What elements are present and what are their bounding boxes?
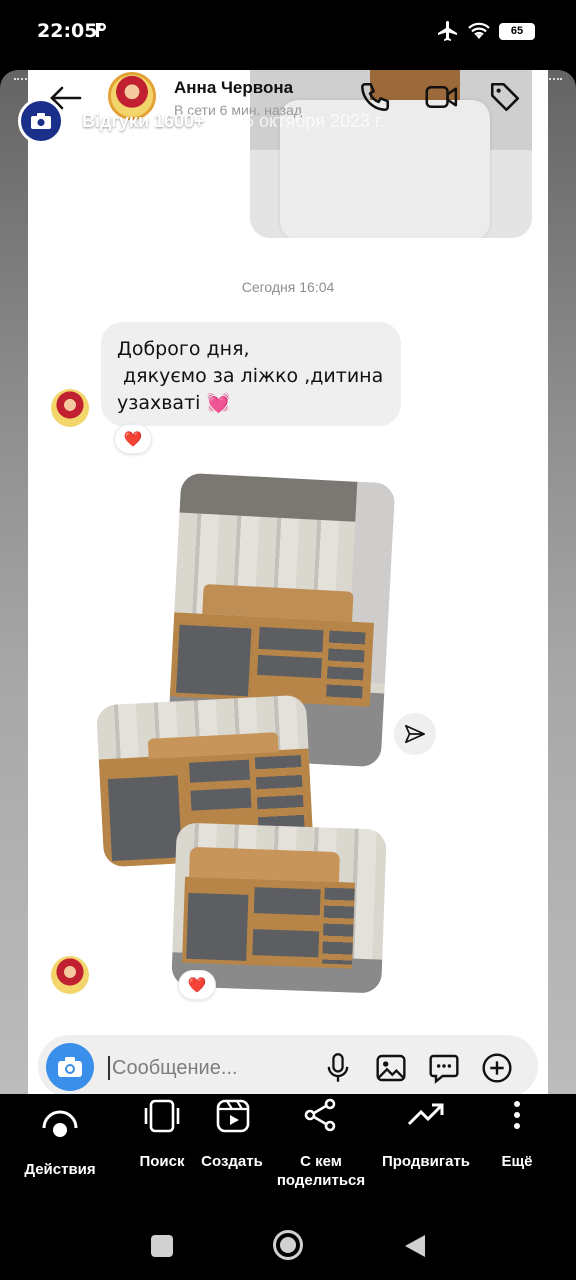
search-icon[interactable] [143,1098,181,1134]
story-title[interactable]: Відгуки 1600+ [82,111,205,132]
camera-button[interactable] [46,1043,94,1091]
plus-icon[interactable] [481,1052,513,1084]
sender-avatar[interactable] [51,389,89,427]
bed-photo-3[interactable] [171,822,387,994]
message-bubble[interactable]: Доброго дня, дякуємо за ліжко ,дитина уз… [101,322,401,426]
home-button[interactable] [273,1230,303,1260]
trending-up-icon[interactable] [407,1102,445,1128]
share-with-button[interactable]: С кем поделиться [266,1152,376,1190]
screen: { "status_bar": {"time": "22:05", "batte… [0,0,576,1280]
phone-icon[interactable] [358,80,392,114]
parking-icon [96,23,106,37]
camera-icon [31,113,51,129]
share-button[interactable] [394,713,436,755]
message-input[interactable]: Сообщение... [108,1056,238,1080]
share-icon[interactable] [303,1098,339,1132]
story-actions-bar: Действия Поиск Создать С кем поделиться … [0,1094,576,1214]
story-author-avatar[interactable] [18,98,64,144]
status-time: 22:05 [37,20,98,42]
airplane-icon [438,21,457,41]
tag-icon[interactable] [488,80,522,114]
recents-button[interactable] [151,1235,173,1257]
status-bar: 22:05 65 [0,0,576,64]
promote-button[interactable]: Продвигать [374,1152,478,1171]
contact-name[interactable]: Анна Червона [174,78,293,98]
sticker-icon[interactable] [428,1052,460,1084]
wifi-icon [468,22,490,39]
search-button[interactable]: Поиск [128,1152,196,1171]
message-timestamp: Сегодня 16:04 [241,279,335,295]
system-navigation [0,1214,576,1280]
camera-icon [58,1057,82,1077]
mic-icon[interactable] [324,1052,352,1084]
back-nav-icon[interactable] [403,1233,427,1259]
sender-avatar[interactable] [51,956,89,994]
actions-button[interactable]: Действия [14,1160,106,1179]
battery-indicator: 65 [499,23,535,40]
create-button[interactable]: Создать [196,1152,268,1171]
image-icon[interactable] [375,1052,407,1084]
heart-icon: ❤️ [187,977,207,994]
heart-icon: ❤️ [123,431,143,448]
video-icon[interactable] [424,80,460,114]
story-date: 25 октября 2023 г. [234,111,385,131]
more-icon[interactable] [510,1100,524,1130]
more-button[interactable]: Ещё [490,1152,544,1171]
actions-icon[interactable] [40,1108,80,1138]
message-reaction[interactable]: ❤️ [114,424,152,454]
photo-reaction[interactable]: ❤️ [178,970,216,1000]
create-icon[interactable] [215,1098,251,1134]
send-icon [405,724,425,744]
